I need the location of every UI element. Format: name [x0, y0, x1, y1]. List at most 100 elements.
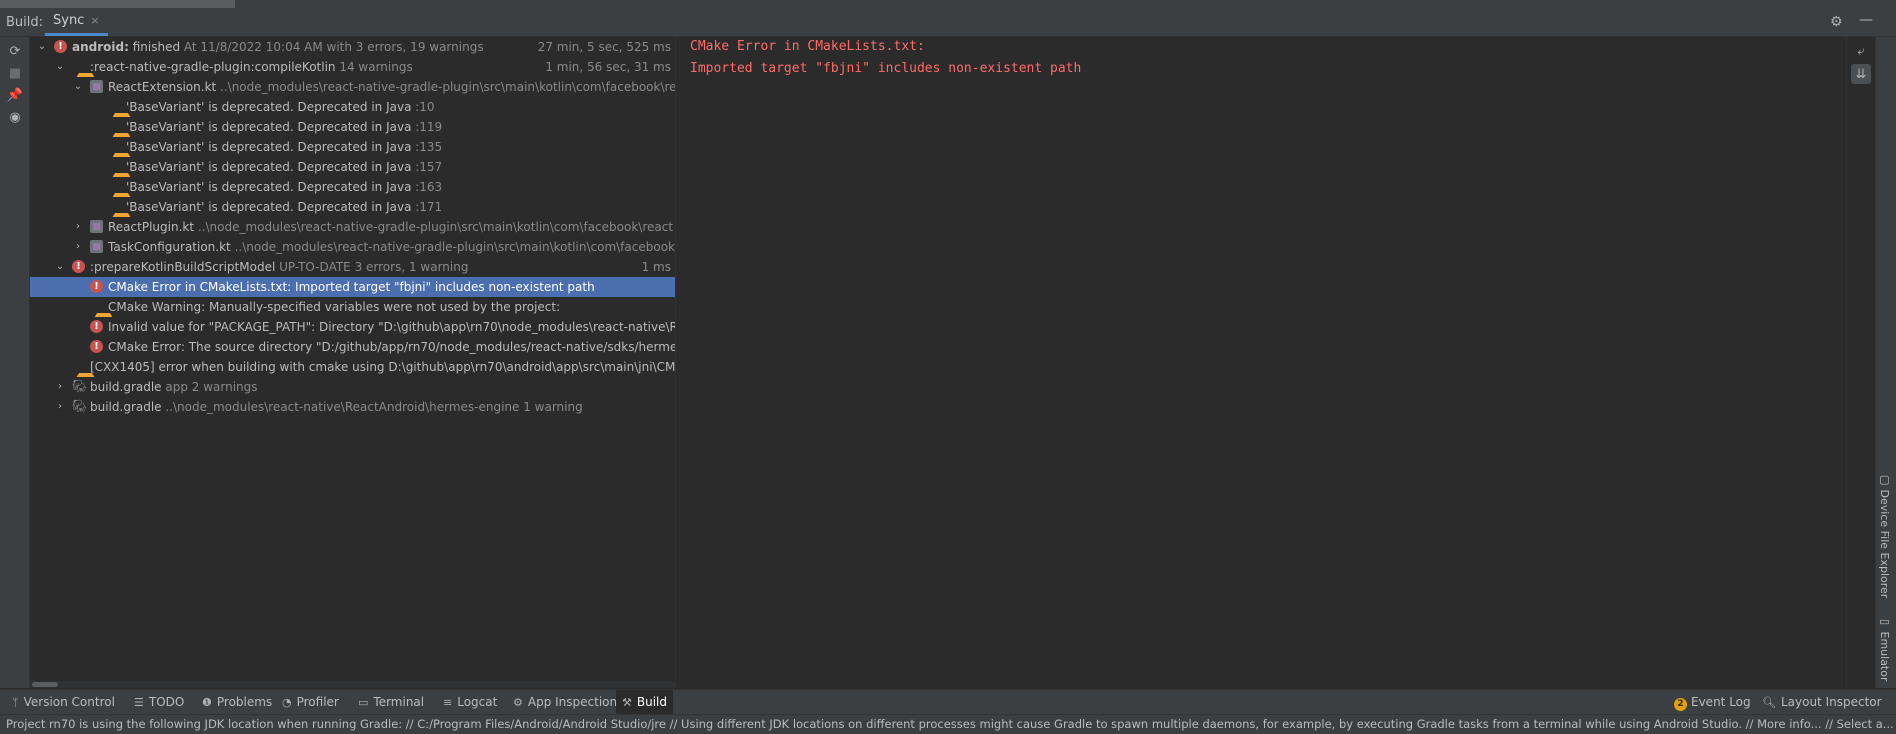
minimize-icon[interactable]: — — [1859, 12, 1873, 28]
chevron-down-icon[interactable]: ⌄ — [54, 57, 66, 77]
tree-row-detail: ..\node_modules\react-native-gradle-plug… — [220, 80, 675, 94]
tree-horizontal-scrollbar[interactable] — [30, 681, 675, 688]
kotlin-file-icon — [90, 240, 103, 253]
build-output-console[interactable]: CMake Error in CMakeLists.txt: Imported … — [676, 37, 1845, 688]
eye-icon[interactable]: ◉ — [5, 107, 25, 127]
tree-row-detail: ..\node_modules\react-native\ReactAndroi… — [161, 400, 583, 414]
tree-row[interactable]: ! 'BaseVariant' is deprecated. Deprecated… — [30, 177, 675, 197]
status-bar[interactable]: Project rn70 is using the following JDK … — [0, 714, 1896, 734]
device-file-explorer-icon: ▢ — [1878, 473, 1891, 490]
tree-row-detail: UP-TO-DATE 3 errors, 1 warning — [275, 260, 469, 274]
close-icon[interactable]: × — [90, 14, 99, 27]
tool-tab-logcat[interactable]: ≡ Logcat — [437, 690, 503, 714]
tree-row-detail: ..\node_modules\react-native-gradle-plug… — [197, 220, 675, 234]
tree-row[interactable]: ! 'BaseVariant' is deprecated. Deprecated… — [30, 117, 675, 137]
tree-row-label: 'BaseVariant' is deprecated. Deprecated … — [126, 97, 435, 117]
sync-icon[interactable]: ⟳ — [5, 41, 25, 61]
tree-row[interactable]: ! CMake Warning: Manually-specified varia… — [30, 297, 675, 317]
chevron-right-icon[interactable]: › — [72, 217, 84, 237]
tree-row[interactable]: ! 'BaseVariant' is deprecated. Deprecated… — [30, 137, 675, 157]
tree-row-label: 'BaseVariant' is deprecated. Deprecated … — [126, 177, 442, 197]
gauge-icon: ◔ — [282, 696, 292, 709]
tree-row-text: CMake Error: The source directory "D:/gi… — [108, 340, 675, 354]
tool-tab-label: TODO — [148, 695, 185, 709]
tree-row-text: CMake Warning: Manually-specified variab… — [108, 300, 561, 314]
tool-tab-app-inspection[interactable]: ⚙ App Inspection — [507, 690, 623, 714]
tab-emulator[interactable]: ▭ Emulator — [1878, 615, 1891, 682]
tree-row[interactable]: › TaskConfiguration.kt ..\node_modules\re… — [30, 237, 675, 257]
tool-tab-problems[interactable]: ❶ Problems — [196, 690, 278, 714]
tree-row-label: :prepareKotlinBuildScriptModel UP-TO-DAT… — [90, 257, 468, 277]
chevron-right-icon[interactable]: › — [72, 237, 84, 257]
pin-icon[interactable]: 📌 — [5, 85, 25, 105]
tree-row-detail: :10 — [411, 100, 435, 114]
tree-row-text: CMake Error in CMakeLists.txt: Imported … — [108, 280, 595, 294]
chevron-right-icon[interactable]: › — [54, 377, 66, 397]
tree-row-label: 'BaseVariant' is deprecated. Deprecated … — [126, 157, 442, 177]
event-log-label: Event Log — [1691, 695, 1751, 709]
build-tree-panel: ⌄! android: finished At 11/8/2022 10:04 A… — [30, 37, 676, 688]
tree-row[interactable]: ⌄!:react-native-gradle-plugin:compileKot… — [30, 57, 675, 77]
chevron-right-icon[interactable]: › — [54, 397, 66, 417]
tree-row-detail: :119 — [411, 120, 443, 134]
tree-row[interactable]: ! [CXX1405] error when building with cmak… — [30, 357, 675, 377]
tree-row-text: ReactPlugin.kt — [108, 220, 195, 234]
tree-row-timing: 1 ms — [635, 257, 671, 277]
layout-inspector-button[interactable]: 🔍︎ Layout Inspector — [1756, 690, 1888, 714]
gradle-icon: 🐘︎ — [72, 379, 88, 393]
tool-tab-todo[interactable]: ☰ TODO — [128, 690, 190, 714]
tree-row[interactable]: ! CMake Error: The source directory "D:/g… — [30, 337, 675, 357]
soft-wrap-icon[interactable]: ⤶ — [1851, 41, 1871, 61]
scrollbar-thumb[interactable] — [32, 682, 58, 687]
tree-row[interactable]: ⌄ ReactExtension.kt ..\node_modules\react… — [30, 77, 675, 97]
tree-row[interactable]: › ReactPlugin.kt ..\node_modules\react-na… — [30, 217, 675, 237]
tool-tab-label: Logcat — [457, 695, 498, 709]
tree-row-detail: :171 — [411, 200, 443, 214]
tree-row[interactable]: › 🐘︎ build.gradle ..\node_modules\react-na… — [30, 397, 675, 417]
tree-row-timing: 1 min, 56 sec, 31 ms — [539, 57, 671, 77]
tree-row[interactable]: ! CMake Error in CMakeLists.txt: Imported… — [30, 277, 675, 297]
tree-row-label: [CXX1405] error when building with cmake… — [90, 357, 675, 377]
build-tool-window-header: Build: Sync × ⚙ — — [0, 8, 1896, 37]
tool-tab-label: Profiler — [296, 695, 339, 709]
tool-tab-build[interactable]: ⚒ Build — [616, 690, 673, 714]
tree-row-detail: :135 — [411, 140, 443, 154]
stop-icon[interactable]: ■ — [5, 63, 25, 83]
tab-device-file-explorer[interactable]: ▢ Device File Explorer — [1878, 473, 1891, 598]
tree-row[interactable]: ⌄! android: finished At 11/8/2022 10:04 A… — [30, 37, 675, 57]
robot-icon: ⚙ — [513, 696, 523, 709]
gear-icon[interactable]: ⚙ — [1830, 14, 1843, 30]
tree-row[interactable]: ! 'BaseVariant' is deprecated. Deprecated… — [30, 97, 675, 117]
chevron-down-icon[interactable]: ⌄ — [72, 77, 84, 97]
tree-row-detail: At 11/8/2022 10:04 AM with 3 errors, 19 … — [180, 40, 484, 54]
tree-row-text: ReactExtension.kt — [108, 80, 217, 94]
status-message: Project rn70 is using the following JDK … — [6, 717, 1896, 731]
tree-row[interactable]: ⌄!:prepareKotlinBuildScriptModel UP-TO-D… — [30, 257, 675, 277]
emulator-icon: ▭ — [1878, 615, 1891, 632]
tree-row-text: 'BaseVariant' is deprecated. Deprecated … — [126, 140, 412, 154]
event-log-button[interactable]: 2 Event Log — [1668, 690, 1757, 714]
chevron-down-icon[interactable]: ⌄ — [36, 37, 48, 57]
scroll-to-end-icon[interactable]: ⇊ — [1851, 64, 1871, 84]
tree-row-label: ReactExtension.kt ..\node_modules\react-… — [108, 77, 675, 97]
vcs-icon: ᛘ — [12, 696, 19, 709]
tree-row-detail: ..\node_modules\react-native-gradle-plug… — [234, 240, 675, 254]
tree-row-label: TaskConfiguration.kt ..\node_modules\rea… — [108, 237, 675, 257]
tool-tab-terminal[interactable]: ▭ Terminal — [352, 690, 430, 714]
tree-row[interactable]: ! 'BaseVariant' is deprecated. Deprecated… — [30, 157, 675, 177]
tree-row-detail: :163 — [411, 180, 443, 194]
tool-tab-label: Version Control — [23, 695, 115, 709]
tree-row[interactable]: ! 'BaseVariant' is deprecated. Deprecated… — [30, 197, 675, 217]
tree-row[interactable]: ! Invalid value for "PACKAGE_PATH": Direc… — [30, 317, 675, 337]
tool-tab-version-control[interactable]: ᛘ Version Control — [6, 690, 121, 714]
chevron-down-icon[interactable]: ⌄ — [54, 257, 66, 277]
tree-row-text: 'BaseVariant' is deprecated. Deprecated … — [126, 120, 412, 134]
emulator-label: Emulator — [1878, 631, 1891, 682]
tool-tab-profiler[interactable]: ◔ Profiler — [276, 690, 345, 714]
tree-row-text: build.gradle — [90, 400, 162, 414]
tree-row-text: build.gradle — [90, 380, 162, 394]
tree-row-detail: 14 warnings — [335, 60, 413, 74]
tab-sync[interactable]: Sync × — [45, 8, 108, 36]
tree-row[interactable]: › 🐘︎ build.gradle app 2 warnings — [30, 377, 675, 397]
horizontal-scrollbar-thumb[interactable] — [0, 0, 235, 8]
